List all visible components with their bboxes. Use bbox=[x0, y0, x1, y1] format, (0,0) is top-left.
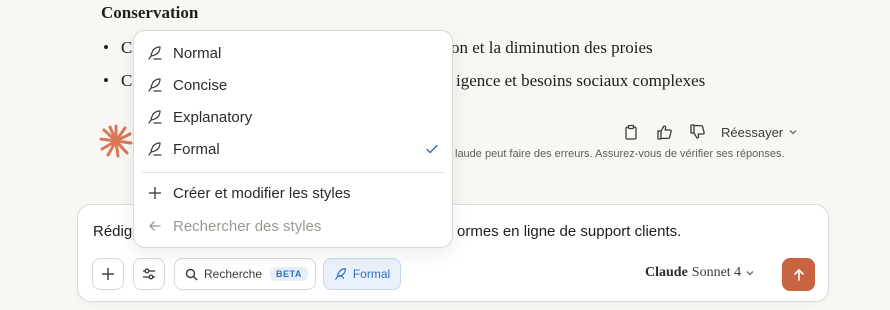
style-label: Formal bbox=[352, 267, 391, 281]
checkmark-icon bbox=[426, 144, 438, 154]
arrow-up-icon bbox=[793, 268, 804, 281]
quill-icon bbox=[146, 140, 164, 158]
bullet-dot: • bbox=[103, 71, 109, 90]
model-brand: Claude bbox=[645, 265, 688, 280]
composer-text-start: Rédig bbox=[93, 223, 133, 240]
style-option-label: Normal bbox=[173, 44, 222, 62]
send-button[interactable] bbox=[782, 258, 815, 291]
disclaimer-text: laude peut faire des erreurs. Assurez-vo… bbox=[455, 148, 785, 160]
claude-logo-icon bbox=[99, 124, 133, 158]
style-option-formal[interactable]: Formal bbox=[134, 134, 452, 164]
menu-divider bbox=[142, 172, 444, 173]
search-icon bbox=[185, 268, 198, 280]
message-actions: Réessayer bbox=[620, 121, 798, 143]
create-edit-styles-label: Créer et modifier les styles bbox=[173, 184, 351, 202]
quill-icon bbox=[146, 76, 164, 94]
thumbs-up-button[interactable] bbox=[653, 121, 675, 143]
quill-icon bbox=[335, 268, 346, 280]
sliders-icon bbox=[143, 268, 155, 280]
style-dropdown-menu: Normal Concise Explanatory Formal Créer … bbox=[133, 30, 453, 248]
search-styles-item[interactable]: Rechercher des styles bbox=[134, 211, 452, 241]
style-option-normal[interactable]: Normal bbox=[134, 38, 452, 68]
style-option-label: Concise bbox=[173, 76, 228, 94]
style-option-concise[interactable]: Concise bbox=[134, 70, 452, 100]
style-option-explanatory[interactable]: Explanatory bbox=[134, 102, 452, 132]
quill-icon bbox=[146, 108, 164, 126]
model-selector[interactable]: Claude Sonnet 4 bbox=[645, 265, 755, 281]
thumbs-up-icon bbox=[657, 125, 672, 140]
style-selector-button[interactable]: Formal bbox=[323, 258, 401, 290]
thumbs-down-icon bbox=[690, 124, 705, 139]
bullet-item: • C igence et besoins sociaux complexes bbox=[103, 71, 705, 91]
bullet-dot: • bbox=[103, 38, 109, 57]
research-label: Recherche bbox=[204, 267, 263, 281]
chevron-down-icon bbox=[746, 271, 754, 276]
quill-icon bbox=[146, 44, 164, 62]
search-styles-label: Rechercher des styles bbox=[173, 217, 322, 235]
thumbs-down-button[interactable] bbox=[686, 121, 708, 143]
section-title: Conservation bbox=[101, 3, 199, 22]
retry-label: Réessayer bbox=[721, 124, 784, 140]
chevron-down-icon bbox=[789, 130, 797, 135]
create-edit-styles-item[interactable]: Créer et modifier les styles bbox=[134, 178, 452, 208]
add-attachment-button[interactable] bbox=[92, 258, 124, 290]
model-name: Sonnet 4 bbox=[691, 265, 742, 280]
plus-icon bbox=[146, 184, 164, 202]
tools-settings-button[interactable] bbox=[133, 258, 165, 290]
beta-badge: BETA bbox=[270, 267, 308, 281]
retry-button[interactable]: Réessayer bbox=[721, 125, 798, 140]
style-option-label: Formal bbox=[173, 140, 220, 158]
bullet-text-end: igence et besoins sociaux complexes bbox=[456, 71, 706, 90]
bullet-text-end: on et la diminution des proies bbox=[451, 38, 653, 57]
bullet-item: • C on et la diminution des proies bbox=[103, 38, 653, 58]
plus-icon bbox=[102, 268, 114, 280]
style-option-label: Explanatory bbox=[173, 108, 253, 126]
clipboard-icon bbox=[625, 124, 637, 140]
research-button[interactable]: Recherche BETA bbox=[174, 258, 316, 290]
copy-button[interactable] bbox=[620, 121, 642, 143]
composer-text-end: ormes en ligne de support clients. bbox=[457, 223, 682, 240]
arrow-left-icon bbox=[146, 217, 164, 235]
